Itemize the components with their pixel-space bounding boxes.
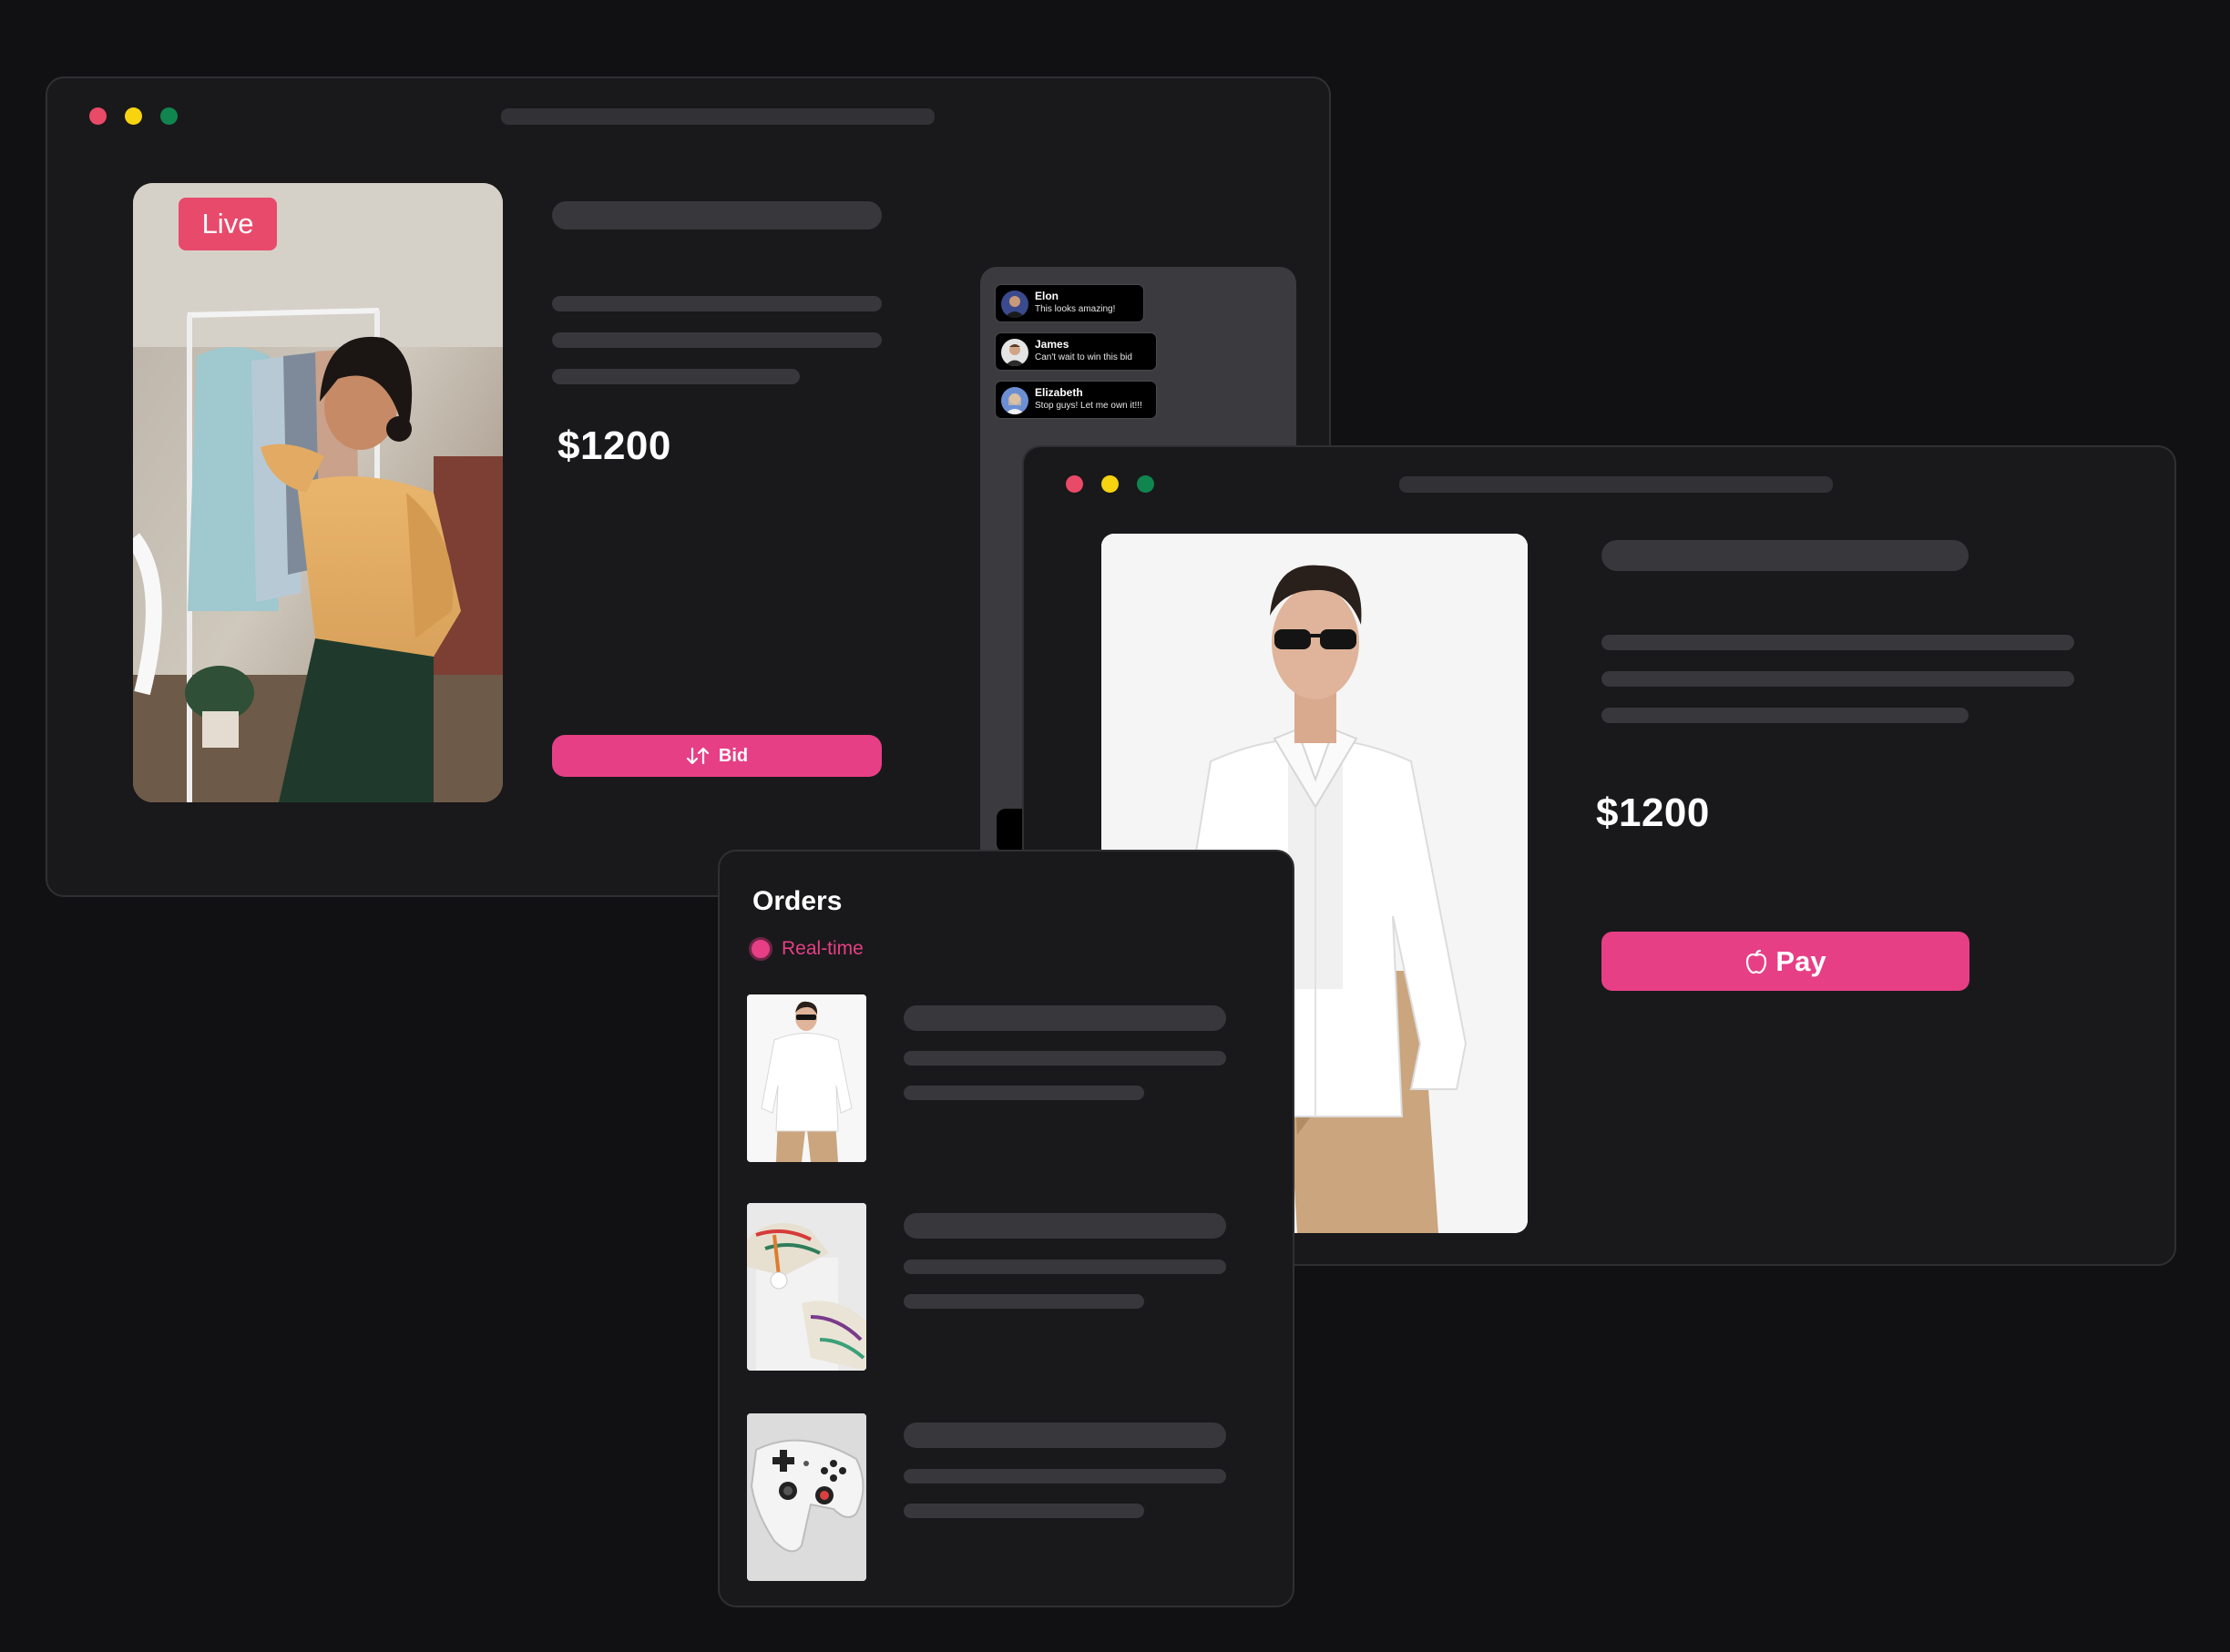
chat-author: James — [1035, 338, 1069, 351]
address-bar-placeholder — [1399, 476, 1833, 493]
description-line-placeholder — [1601, 635, 2074, 650]
bid-button[interactable]: Bid — [552, 735, 882, 777]
game-controller-thumbnail — [747, 1413, 866, 1581]
order-title-placeholder — [904, 1005, 1226, 1031]
sneakers-thumbnail — [747, 1203, 866, 1371]
chat-text: Can't wait to win this bid — [1035, 352, 1132, 362]
apple-pay-button[interactable]: Pay — [1601, 932, 1969, 991]
chat-message: James Can't wait to win this bid — [995, 332, 1157, 371]
order-item-thumbnail[interactable] — [747, 1413, 866, 1581]
order-item-thumbnail[interactable] — [747, 1203, 866, 1371]
bid-button-label: Bid — [718, 745, 749, 766]
order-detail-placeholder — [904, 1259, 1226, 1274]
apple-icon — [1744, 949, 1768, 974]
realtime-indicator[interactable]: Real-time — [749, 937, 864, 961]
realtime-radio-dot[interactable] — [749, 937, 772, 961]
order-title-placeholder — [904, 1213, 1226, 1239]
window-close-dot[interactable] — [1066, 475, 1083, 493]
orders-title: Orders — [752, 886, 843, 916]
address-bar-placeholder — [501, 108, 935, 125]
description-line-placeholder — [552, 369, 800, 384]
product-price: $1200 — [1596, 790, 1710, 835]
man-white-shirt-thumbnail — [747, 994, 866, 1162]
chat-author: Elon — [1035, 290, 1059, 302]
description-line-placeholder — [1601, 708, 1969, 723]
live-stream-image — [133, 183, 503, 802]
chat-author: Elizabeth — [1035, 386, 1083, 399]
chat-message: Elizabeth Stop guys! Let me own it!!! — [995, 381, 1157, 419]
order-item-thumbnail[interactable] — [747, 994, 866, 1162]
window-minimize-dot[interactable] — [125, 107, 142, 125]
order-detail-placeholder — [904, 1086, 1144, 1100]
orders-window: Orders Real-time — [718, 850, 1294, 1607]
window-maximize-dot[interactable] — [160, 107, 178, 125]
product-title-placeholder — [1601, 540, 1969, 571]
window-minimize-dot[interactable] — [1101, 475, 1119, 493]
realtime-label: Real-time — [782, 938, 864, 959]
chat-text: This looks amazing! — [1035, 304, 1116, 314]
description-line-placeholder — [552, 332, 882, 348]
avatar — [1001, 291, 1028, 318]
window-close-dot[interactable] — [89, 107, 107, 125]
avatar — [1001, 339, 1028, 366]
order-detail-placeholder — [904, 1294, 1144, 1309]
product-price: $1200 — [558, 423, 671, 468]
chat-text: Stop guys! Let me own it!!! — [1035, 401, 1142, 411]
live-badge: Live — [179, 198, 277, 250]
avatar — [1001, 387, 1028, 414]
order-detail-placeholder — [904, 1051, 1226, 1066]
order-detail-placeholder — [904, 1504, 1144, 1518]
sort-arrows-icon — [686, 746, 710, 766]
pay-button-label: Pay — [1775, 944, 1826, 977]
description-line-placeholder — [552, 296, 882, 311]
description-line-placeholder — [1601, 671, 2074, 687]
chat-message: Elon This looks amazing! — [995, 284, 1144, 322]
product-title-placeholder — [552, 201, 882, 229]
live-stream-video[interactable]: Live — [133, 183, 503, 802]
order-detail-placeholder — [904, 1469, 1226, 1484]
window-maximize-dot[interactable] — [1137, 475, 1154, 493]
order-title-placeholder — [904, 1423, 1226, 1448]
